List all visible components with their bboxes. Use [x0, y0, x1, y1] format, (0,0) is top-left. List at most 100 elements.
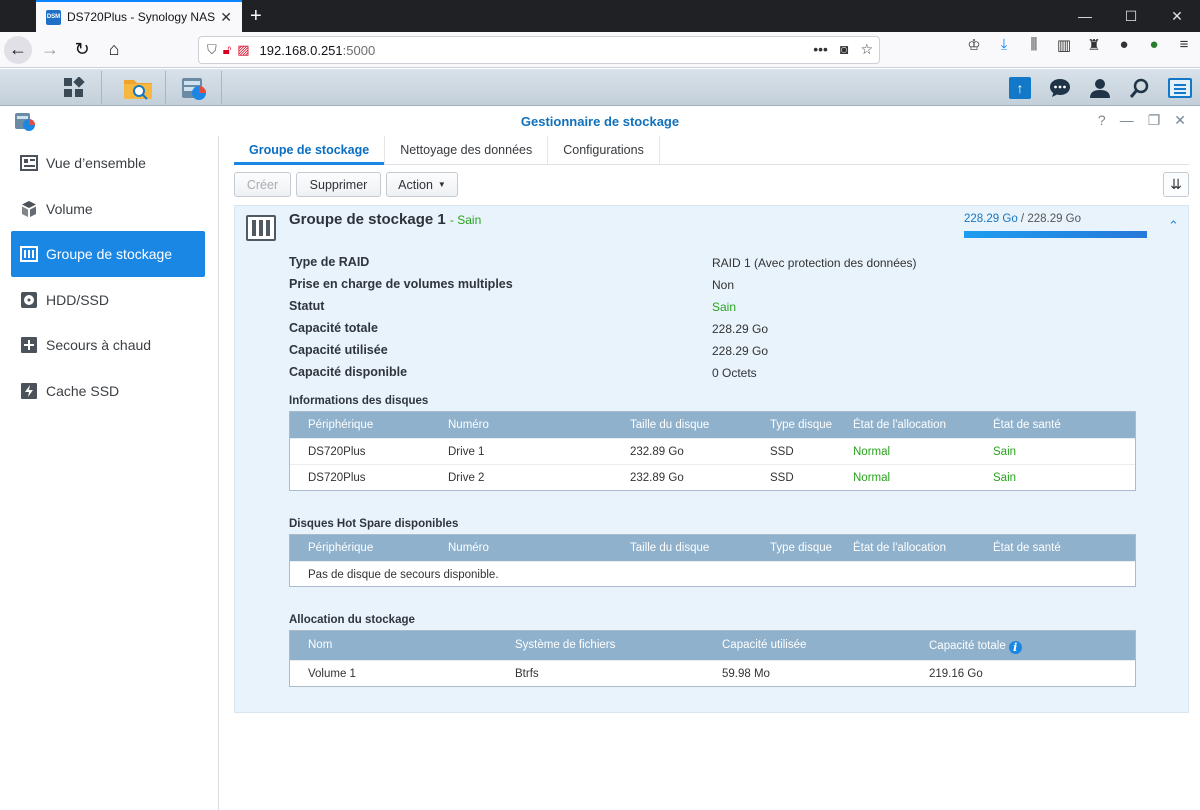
prop-multi-volume-label: Prise en charge de volumes multiples	[289, 277, 513, 291]
new-tab-icon[interactable]: +	[250, 5, 262, 28]
tab-data-scrubbing[interactable]: Nettoyage des données	[385, 136, 549, 164]
help-icon[interactable]: ?	[1098, 112, 1106, 129]
widgets-icon	[1168, 77, 1192, 98]
url-bar[interactable]: ⛉ 🔓︎ ▨ 192.168.0.251:5000 ••• ◙ ☆	[198, 36, 880, 64]
alert-extension-icon[interactable]: ●	[1144, 36, 1164, 54]
sort-button[interactable]: ⇊	[1163, 172, 1189, 197]
sidebar-item-volume[interactable]: Volume	[11, 186, 205, 232]
sidebar-item-label: Volume	[46, 201, 93, 217]
sort-icon: ⇊	[1170, 176, 1182, 192]
usage-used: 228.29 Go	[964, 213, 1018, 225]
insecure-lock-icon[interactable]: 🔓︎	[223, 42, 231, 58]
download-icon[interactable]: ⤓	[994, 36, 1014, 54]
table-row[interactable]: DS720Plus Drive 1 232.89 Go SSD Normal S…	[290, 438, 1135, 464]
overview-icon	[19, 153, 39, 173]
table-header: Périphérique Numéro Taille du disque Typ…	[290, 535, 1135, 561]
sidebar-item-ssd-cache[interactable]: Cache SSD	[11, 368, 205, 414]
column-header[interactable]: État de l'allocation	[853, 419, 946, 431]
reload-icon[interactable]: ↻	[68, 36, 96, 64]
column-header[interactable]: Périphérique	[308, 419, 373, 431]
sidebar-item-hdd-ssd[interactable]: HDD/SSD	[11, 277, 205, 323]
permission-icon[interactable]: ▨	[237, 42, 249, 58]
prop-status-value: Sain	[712, 300, 737, 314]
sidebar-toggle-icon[interactable]: ▥	[1054, 36, 1074, 54]
column-header[interactable]: Nom	[308, 639, 332, 651]
tab-configurations[interactable]: Configurations	[548, 136, 660, 164]
pool-name: Groupe de stockage 1	[289, 211, 446, 228]
minimize-window-icon[interactable]: —	[1062, 0, 1108, 32]
bookmark-star-icon[interactable]: ☆	[860, 41, 873, 58]
column-header[interactable]: Numéro	[448, 419, 489, 431]
table-row[interactable]: DS720Plus Drive 2 232.89 Go SSD Normal S…	[290, 464, 1135, 490]
browser-tab-title: DS720Plus - Synology NAS	[67, 10, 216, 24]
sidebar-item-label: HDD/SSD	[46, 292, 110, 308]
pocket-icon[interactable]: ◙	[840, 41, 848, 58]
browser-tab[interactable]: DSM DS720Plus - Synology NAS ✕	[36, 0, 242, 32]
storage-manager-taskbar-button[interactable]	[166, 71, 222, 104]
back-icon[interactable]: ←	[4, 35, 32, 64]
sidebar-item-overview[interactable]: Vue d’ensemble	[11, 140, 205, 186]
notifications-icon[interactable]	[1040, 69, 1080, 106]
hotspare-section-title: Disques Hot Spare disponibles	[289, 518, 459, 530]
shield-icon[interactable]: ⛉	[207, 42, 217, 58]
close-tab-icon[interactable]: ✕	[220, 9, 232, 26]
file-station-button[interactable]	[110, 71, 166, 104]
column-header[interactable]: Type disque	[770, 542, 832, 554]
column-header[interactable]: Type disque	[770, 419, 832, 431]
sidebar-item-label: Secours à chaud	[46, 337, 152, 353]
profile-extension-icon[interactable]: ●	[1114, 36, 1134, 54]
collapse-chevron-icon[interactable]: ⌃	[1168, 218, 1179, 234]
extension-icon[interactable]: ♜	[1084, 36, 1104, 54]
tab-storage-pool[interactable]: Groupe de stockage	[234, 136, 386, 165]
library-icon[interactable]: ⫼	[1024, 36, 1044, 54]
column-header[interactable]: Système de fichiers	[515, 639, 615, 651]
column-header[interactable]: État de santé	[993, 542, 1061, 554]
volume-icon	[19, 199, 39, 219]
minimize-icon[interactable]: —	[1120, 112, 1134, 129]
prop-used-capacity-label: Capacité utilisée	[289, 343, 388, 357]
search-icon[interactable]	[1120, 69, 1160, 106]
sidebar-item-hot-spare[interactable]: Secours à chaud	[11, 322, 205, 368]
url-text: 192.168.0.251:5000	[259, 42, 376, 58]
close-icon[interactable]: ✕	[1174, 112, 1186, 129]
storage-pool-large-icon	[246, 215, 276, 241]
sidebar-item-storage-pool[interactable]: Groupe de stockage	[11, 231, 205, 277]
upload-queue-button[interactable]: ↑	[1000, 69, 1040, 106]
column-header[interactable]: Capacité utilisée	[722, 639, 806, 651]
maximize-window-icon[interactable]: ☐	[1108, 0, 1154, 32]
usage-bar	[964, 231, 1147, 238]
main-menu-button[interactable]	[46, 71, 102, 104]
column-header[interactable]: Numéro	[448, 542, 489, 554]
info-icon[interactable]: i	[1008, 641, 1022, 654]
sidebar: Vue d’ensemble Volume Groupe de stockage…	[0, 136, 219, 810]
ssd-cache-icon	[19, 381, 39, 401]
storage-manager-icon	[181, 77, 206, 100]
pool-title: Groupe de stockage 1 - Sain	[289, 211, 481, 228]
column-header[interactable]: Capacité totale i	[929, 639, 1022, 654]
home-icon[interactable]: ⌂	[100, 36, 128, 64]
table-row[interactable]: Volume 1 Btrfs 59.98 Mo 219.16 Go	[290, 660, 1135, 686]
create-button[interactable]: Créer	[234, 172, 291, 197]
user-icon[interactable]	[1080, 69, 1120, 106]
table-header: Nom Système de fichiers Capacité utilisé…	[290, 631, 1135, 660]
storage-pool-icon	[19, 244, 39, 264]
column-header[interactable]: État de l'allocation	[853, 542, 946, 554]
column-header[interactable]: Périphérique	[308, 542, 373, 554]
close-window-icon[interactable]: ✕	[1154, 0, 1200, 32]
page-actions-icon[interactable]: •••	[813, 41, 828, 58]
menu-icon[interactable]: ≡	[1174, 36, 1194, 54]
forward-icon[interactable]: →	[36, 36, 64, 64]
pool-status: - Sain	[449, 213, 482, 227]
restore-icon[interactable]: ❐	[1148, 112, 1161, 129]
column-header[interactable]: Taille du disque	[630, 419, 709, 431]
column-header[interactable]: Taille du disque	[630, 542, 709, 554]
chevron-down-icon: ▼	[437, 180, 446, 189]
prop-multi-volume-value: Non	[712, 278, 735, 292]
action-dropdown[interactable]: Action ▼	[386, 172, 458, 197]
delete-button[interactable]: Supprimer	[296, 172, 381, 197]
hot-spare-icon	[19, 335, 39, 355]
storage-pool-panel: Groupe de stockage 1 - Sain 228.29 Go / …	[234, 205, 1189, 713]
widgets-button[interactable]	[1160, 69, 1200, 106]
crown-icon[interactable]: ♔	[964, 36, 984, 54]
column-header[interactable]: État de santé	[993, 419, 1061, 431]
